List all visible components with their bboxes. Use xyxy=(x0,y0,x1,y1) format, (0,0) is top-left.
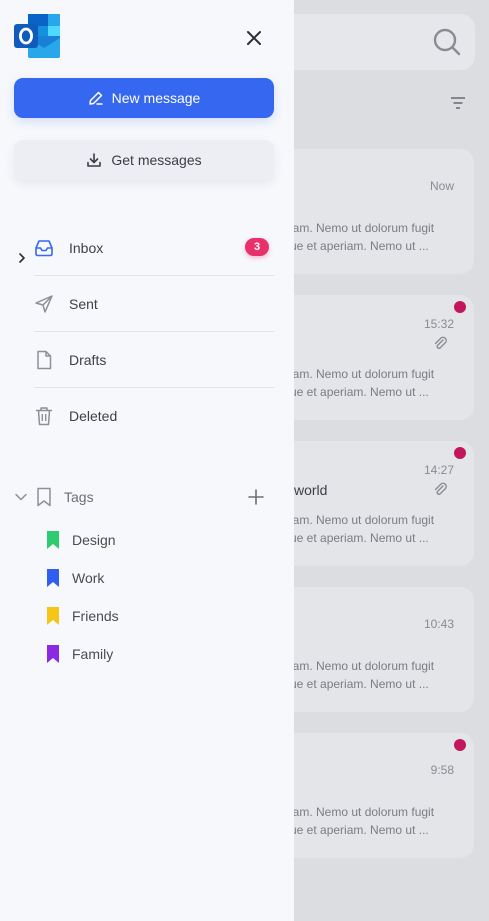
paperclip-icon xyxy=(434,336,447,349)
mail-item[interactable]: Now iam. Nemo ut dolorum fugit ue et ape… xyxy=(270,149,474,274)
mail-preview-line: iam. Nemo ut dolorum fugit xyxy=(290,367,435,381)
new-message-label: New message xyxy=(111,90,201,106)
mail-preview-line: iam. Nemo ut dolorum fugit xyxy=(290,805,435,819)
mail-time: Now xyxy=(429,179,454,193)
mail-item[interactable]: 15:32 iam. Nemo ut dolorum fugit ue et a… xyxy=(270,295,474,420)
unread-dot xyxy=(454,447,466,459)
folder-drafts[interactable]: Drafts xyxy=(34,332,274,388)
tag-bookmark-icon xyxy=(47,531,59,549)
add-tag-icon[interactable] xyxy=(246,487,266,507)
mail-subject: world xyxy=(294,482,328,498)
send-icon xyxy=(34,294,54,314)
filter-icon[interactable] xyxy=(450,95,466,111)
mail-preview-line: ue et aperiam. Nemo ut ... xyxy=(290,239,429,253)
tag-label: Design xyxy=(72,532,116,548)
folder-deleted[interactable]: Deleted xyxy=(34,388,274,444)
new-message-button[interactable]: New message xyxy=(14,78,274,118)
mail-time: 15:32 xyxy=(423,317,454,331)
mail-preview-line: ue et aperiam. Nemo ut ... xyxy=(290,531,429,545)
paperclip-icon xyxy=(434,482,447,495)
tag-work[interactable]: Work xyxy=(46,566,104,590)
tags-section-header[interactable]: Tags xyxy=(14,484,274,510)
folder-label: Sent xyxy=(69,295,98,312)
tag-label: Friends xyxy=(72,608,119,624)
chevron-right-icon[interactable] xyxy=(16,252,28,264)
folder-label: Inbox xyxy=(69,239,104,256)
folder-sent[interactable]: Sent xyxy=(34,276,274,332)
tag-design[interactable]: Design xyxy=(46,528,116,552)
tag-label: Family xyxy=(72,646,114,662)
mail-preview-line: iam. Nemo ut dolorum fugit xyxy=(290,221,435,235)
mail-item[interactable]: 14:27 world iam. Nemo ut dolorum fugit u… xyxy=(270,441,474,566)
tag-bookmark-icon xyxy=(47,645,59,663)
download-icon xyxy=(87,153,102,167)
folder-inbox[interactable]: Inbox 3 xyxy=(34,220,274,276)
close-icon xyxy=(247,31,261,45)
trash-icon xyxy=(34,406,54,426)
inbox-icon xyxy=(34,238,54,258)
mail-preview-line: iam. Nemo ut dolorum fugit xyxy=(290,659,435,673)
mail-preview-line: ue et aperiam. Nemo ut ... xyxy=(290,677,429,691)
close-button[interactable] xyxy=(240,24,268,52)
pencil-icon xyxy=(88,91,103,105)
tag-bookmark-icon xyxy=(47,607,59,625)
tag-bookmark-icon xyxy=(47,569,59,587)
mail-preview-line: ue et aperiam. Nemo ut ... xyxy=(290,823,429,837)
tag-label: Work xyxy=(72,570,105,586)
mail-item[interactable]: 10:43 iam. Nemo ut dolorum fugit ue et a… xyxy=(270,587,474,712)
tags-label: Tags xyxy=(64,489,94,505)
navigation-drawer: New message Get messages Inbox 3 Sent Dr… xyxy=(0,0,294,921)
folder-label: Drafts xyxy=(69,351,107,368)
unread-dot xyxy=(454,739,466,751)
chevron-down-icon[interactable] xyxy=(14,490,28,504)
search-icon[interactable] xyxy=(432,27,462,57)
unread-count-badge: 3 xyxy=(245,238,269,256)
mail-time: 10:43 xyxy=(423,617,454,631)
get-messages-label: Get messages xyxy=(111,152,202,168)
mail-item[interactable]: 9:58 iam. Nemo ut dolorum fugit ue et ap… xyxy=(270,733,474,858)
mail-time: 9:58 xyxy=(430,763,454,777)
tag-family[interactable]: Family xyxy=(46,642,113,666)
mail-preview-line: ue et aperiam. Nemo ut ... xyxy=(290,385,429,399)
tag-friends[interactable]: Friends xyxy=(46,604,119,628)
folder-label: Deleted xyxy=(69,408,118,424)
bookmark-icon xyxy=(37,487,51,507)
get-messages-button[interactable]: Get messages xyxy=(14,140,274,180)
mail-preview-line: iam. Nemo ut dolorum fugit xyxy=(290,513,435,527)
mail-time: 14:27 xyxy=(423,463,454,477)
outlook-logo xyxy=(14,14,60,58)
unread-dot xyxy=(454,301,466,313)
file-icon xyxy=(34,350,54,370)
